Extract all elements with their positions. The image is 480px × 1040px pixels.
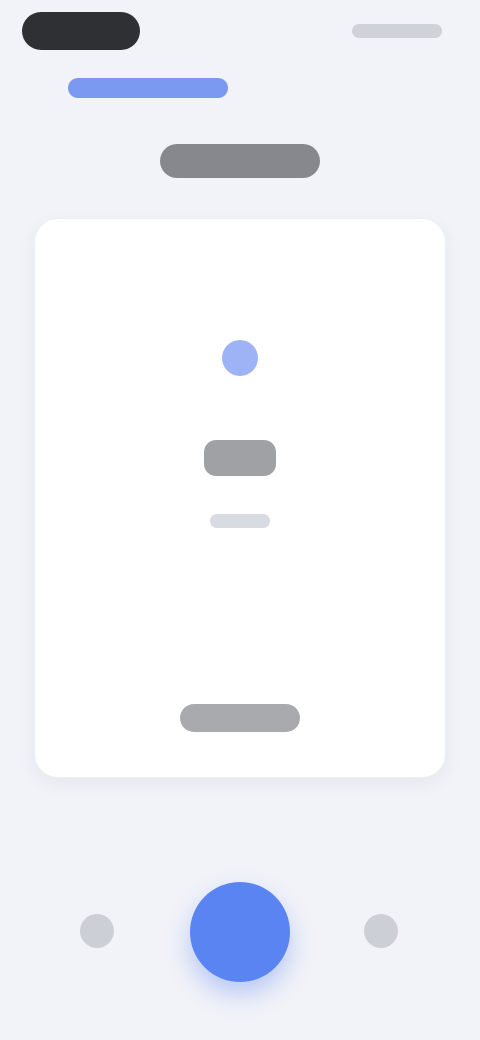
card-footer-button[interactable] (180, 704, 300, 732)
right-control-icon[interactable] (364, 914, 398, 948)
card-value (204, 440, 276, 476)
card-value-text (204, 440, 276, 476)
status-bar-text (22, 12, 140, 50)
page-title-text (160, 144, 320, 178)
back-chevron-icon[interactable] (26, 80, 48, 96)
status-bar-right-text (352, 24, 442, 38)
main-card (34, 218, 446, 778)
left-control-icon[interactable] (80, 914, 114, 948)
page-title (160, 144, 320, 178)
card-dot-icon (222, 340, 258, 376)
card-caption (210, 514, 270, 528)
status-bar-indicators (352, 24, 442, 38)
status-bar-pill (22, 12, 140, 50)
app-screen (0, 0, 480, 1040)
back-link-label (68, 78, 228, 98)
card-footer-text (180, 704, 300, 732)
card-caption-text (210, 514, 270, 528)
primary-action-button[interactable] (190, 882, 290, 982)
back-link[interactable] (68, 78, 228, 98)
